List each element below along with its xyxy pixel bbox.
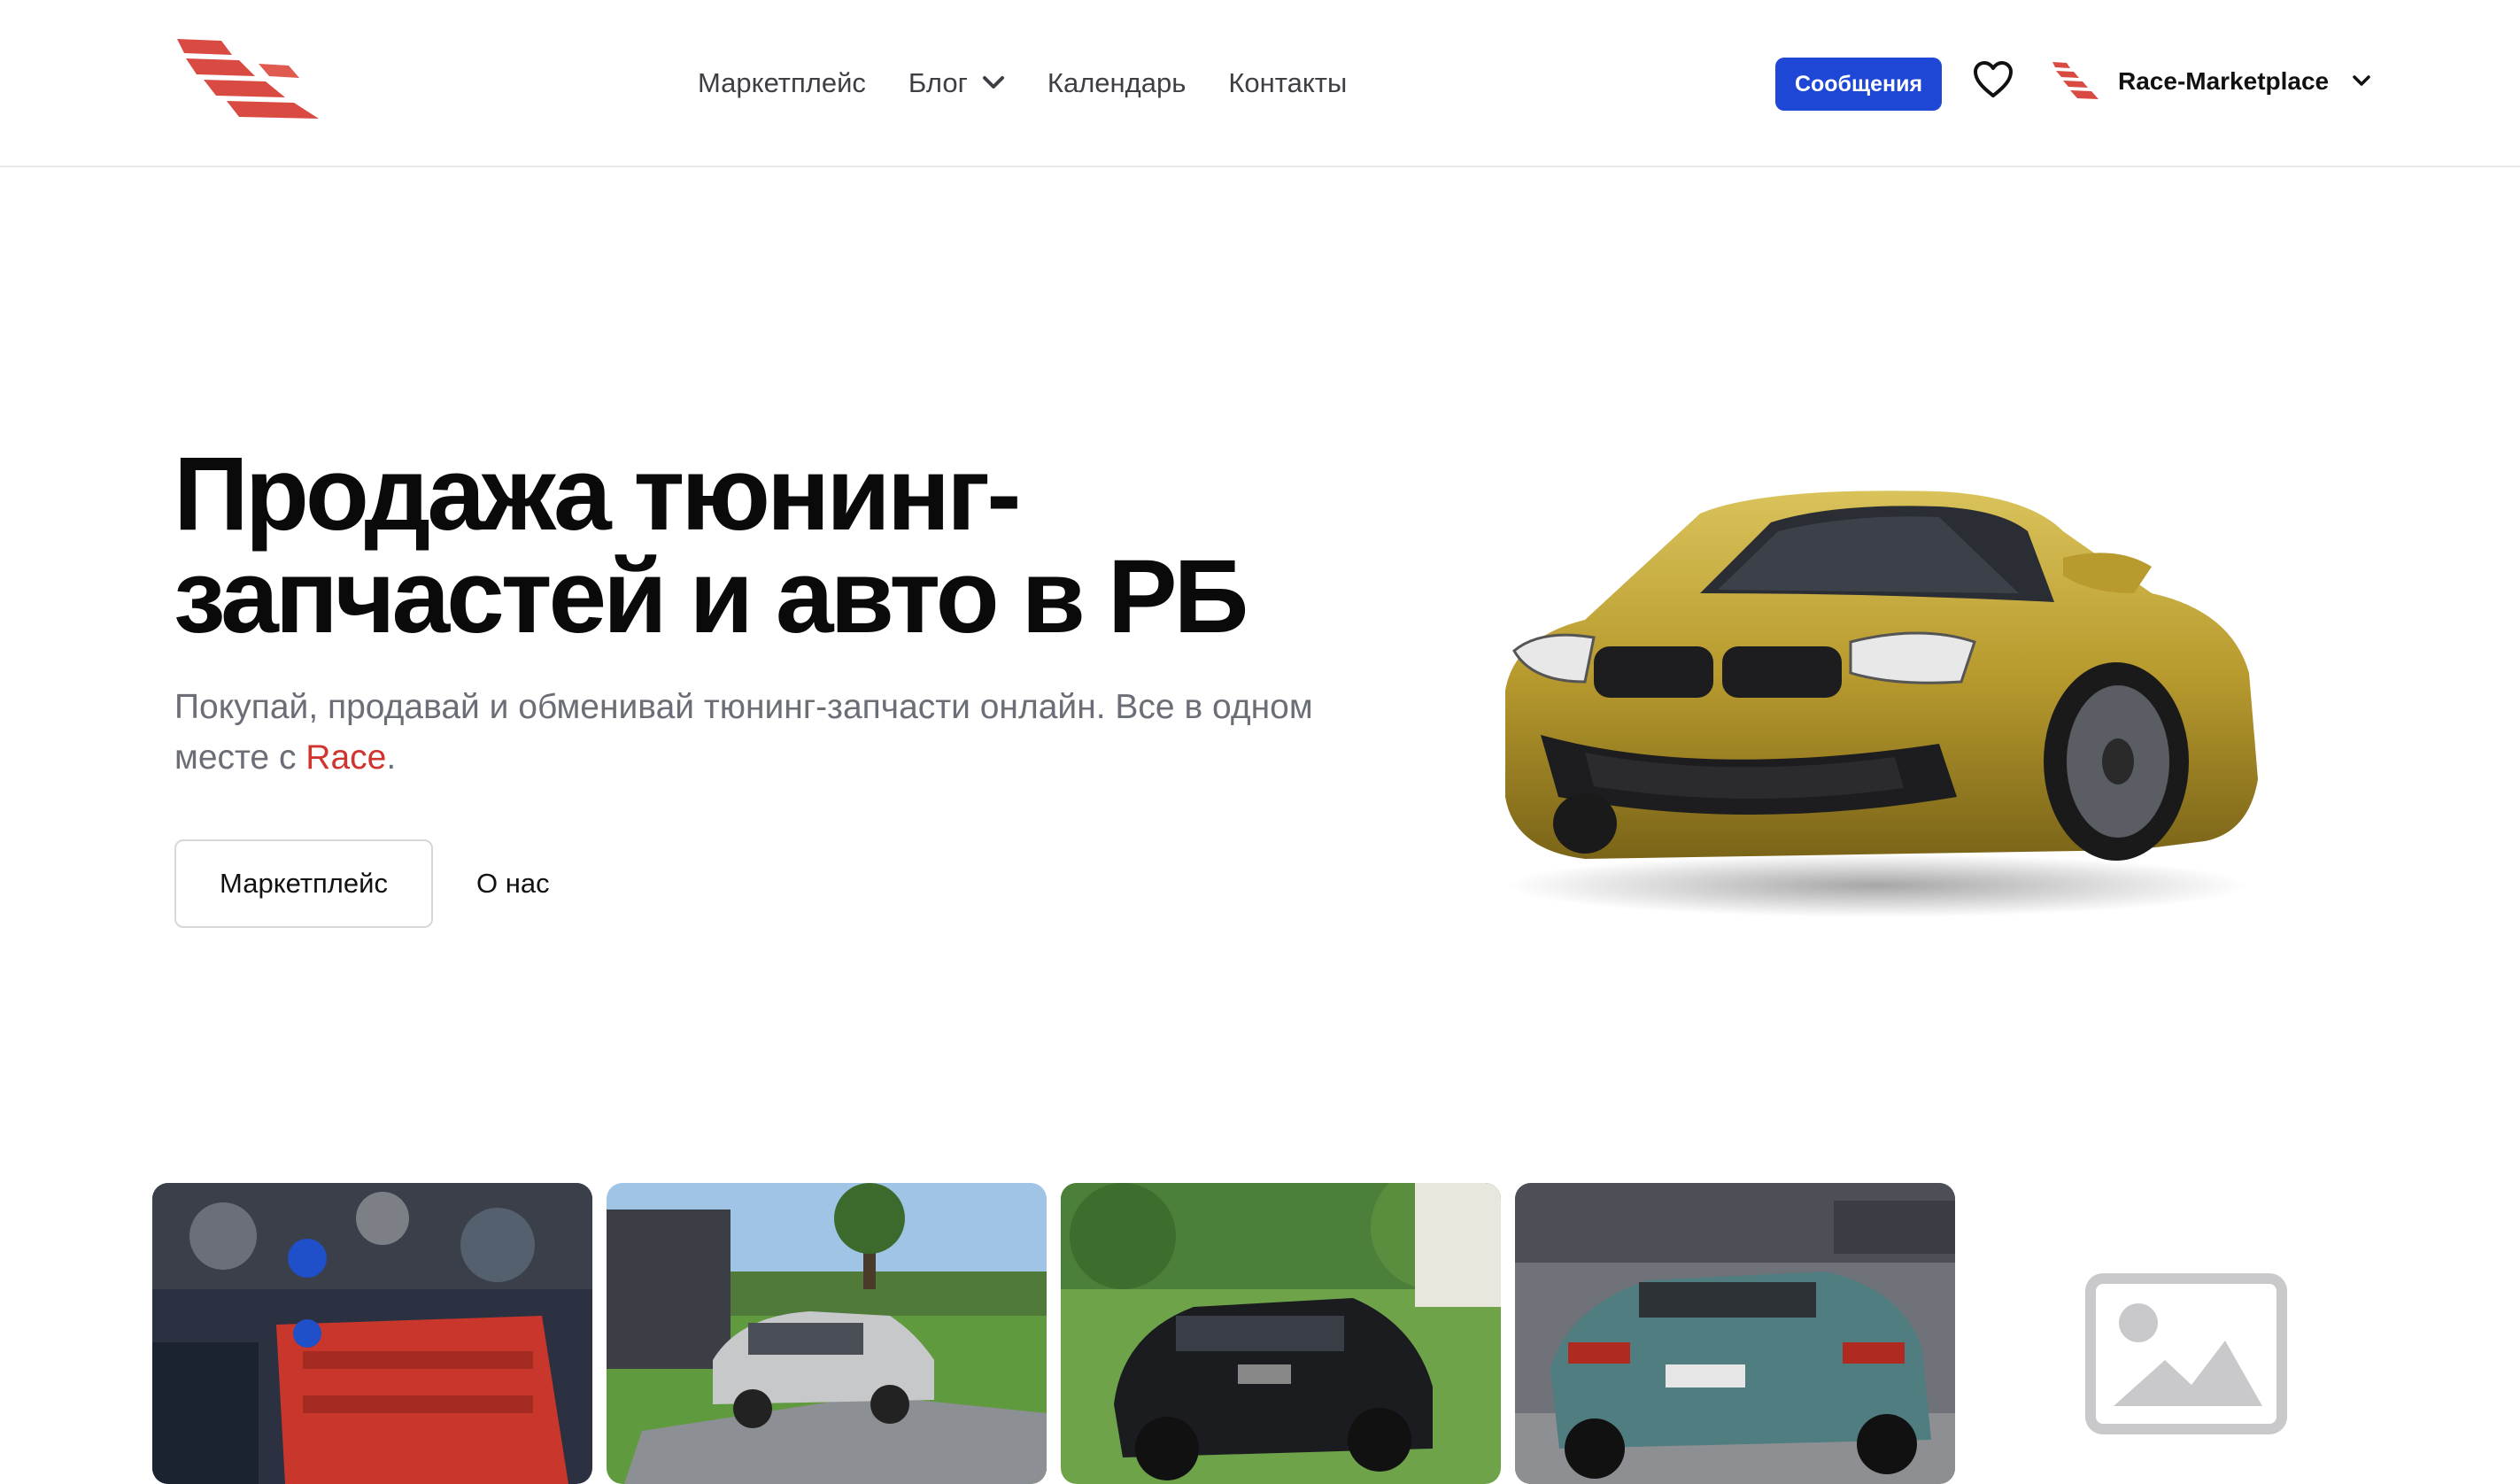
heart-icon[interactable] (1973, 60, 2014, 99)
avatar (2052, 62, 2099, 99)
gallery-item[interactable] (152, 1183, 592, 1484)
hero-car-image (1505, 491, 2258, 917)
hero-title-line1: Продажа тюнинг- (174, 436, 1022, 553)
hero-title: Продажа тюнинг- запчастей и авто в РБ (174, 442, 1325, 649)
nav-calendar-label: Календарь (1047, 66, 1187, 98)
black-wagon-image (1061, 1183, 1501, 1484)
gallery-item[interactable] (1061, 1183, 1501, 1484)
teal-coupe-image (1515, 1183, 1955, 1484)
gallery-item[interactable] (607, 1183, 1047, 1484)
profile-menu[interactable]: Race-Marketplace (2051, 53, 2371, 110)
nav-marketplace-label: Маркетплейс (698, 66, 866, 98)
nav-blog-label: Блог (908, 66, 968, 98)
chevron-down-icon (2353, 75, 2370, 86)
main-nav: Маркетплейс Блог Календарь Контакты (698, 0, 1389, 166)
hero-subtitle-end: . (386, 738, 397, 777)
silver-sedan-image (607, 1183, 1047, 1484)
top-navbar: Маркетплейс Блог Календарь Контакты Сооб… (0, 0, 2520, 167)
hero-title-line2: запчастей и авто в РБ (174, 538, 1248, 655)
nav-contacts-label: Контакты (1228, 66, 1348, 98)
chevron-down-icon (982, 75, 1004, 89)
image-placeholder-icon[interactable] (2085, 1273, 2287, 1434)
profile-name: Race-Marketplace (2118, 67, 2330, 95)
nav-marketplace[interactable]: Маркетплейс (698, 67, 866, 99)
gallery-item[interactable] (1515, 1183, 1955, 1484)
about-button[interactable]: О нас (476, 839, 550, 928)
marketplace-button[interactable]: Маркетплейс (174, 839, 433, 928)
nav-contacts[interactable]: Контакты (1228, 67, 1347, 99)
nav-calendar[interactable]: Календарь (1047, 67, 1186, 99)
messages-button[interactable]: Сообщения (1775, 58, 1942, 111)
engine-bay-image (152, 1183, 592, 1484)
hero-subtitle: Покупай, продавай и обменивай тюнинг-зап… (174, 682, 1379, 783)
brand-highlight: Race (305, 738, 387, 777)
nav-blog[interactable]: Блог (908, 67, 1005, 99)
race-logo[interactable] (177, 39, 329, 120)
